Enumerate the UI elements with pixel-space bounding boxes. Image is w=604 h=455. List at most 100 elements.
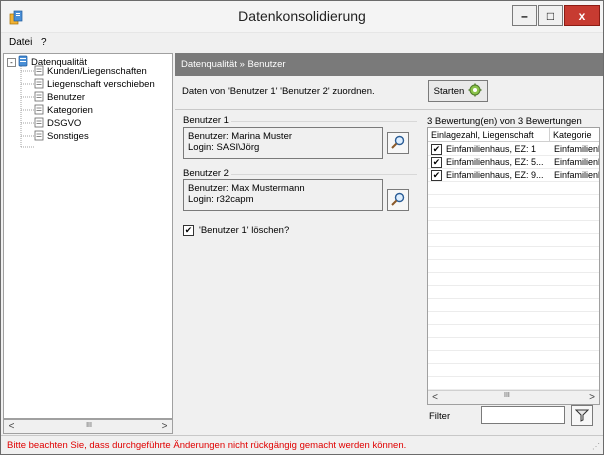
user2-search-button[interactable] xyxy=(387,189,409,211)
scroll-right-icon[interactable]: > xyxy=(157,420,172,433)
document-icon xyxy=(34,65,44,79)
row-kategorie: Einfamilienhaus xyxy=(554,157,599,167)
row-separator xyxy=(428,155,599,156)
user2-name: Benutzer: Max Mustermann xyxy=(188,183,305,194)
user2-box: Benutzer: Max Mustermann Login: r32capm xyxy=(183,179,383,211)
checkmark-icon: ✔ xyxy=(432,170,441,180)
scroll-left-icon[interactable]: < xyxy=(4,420,19,433)
row-checkbox[interactable]: ✔ xyxy=(431,157,442,168)
user1-login: Login: SASI\Jörg xyxy=(188,142,260,153)
description-text: Daten von 'Benutzer 1' 'Benutzer 2' zuor… xyxy=(182,86,375,97)
document-icon xyxy=(34,104,44,118)
row-liegenschaft: Einfamilienhaus, EZ: 5... xyxy=(446,157,544,167)
delete-user1-checkbox[interactable]: ✔ xyxy=(183,225,194,236)
menu-help[interactable]: ? xyxy=(41,37,47,48)
user2-login: Login: r32capm xyxy=(188,194,254,205)
tree-item-sonstiges[interactable]: Sonstiges xyxy=(34,130,89,143)
tree-item-label: DSGVO xyxy=(47,118,82,129)
row-separator xyxy=(428,220,599,221)
navigation-tree: - Datenqualität Kunden/Liegenschaften Li… xyxy=(3,53,173,419)
divider xyxy=(231,174,417,175)
row-separator xyxy=(428,168,599,169)
close-button[interactable]: x xyxy=(564,5,600,26)
row-separator xyxy=(428,298,599,299)
row-separator xyxy=(428,207,599,208)
user1-name: Benutzer: Marina Muster xyxy=(188,131,293,142)
row-separator xyxy=(428,376,599,377)
scroll-thumb[interactable]: III xyxy=(80,422,98,431)
scroll-right-icon[interactable]: > xyxy=(585,391,599,404)
collapse-icon[interactable]: - xyxy=(7,58,16,67)
main-window: Datenkonsolidierung – □ x Datei ? - Date… xyxy=(0,0,604,455)
close-icon: x xyxy=(578,8,586,23)
user1-group-title: Benutzer 1 xyxy=(183,115,229,126)
row-separator xyxy=(428,272,599,273)
scroll-left-icon[interactable]: < xyxy=(428,391,442,404)
row-separator xyxy=(428,181,599,182)
search-icon xyxy=(391,135,405,151)
checkmark-icon: ✔ xyxy=(184,225,193,235)
user1-box: Benutzer: Marina Muster Login: SASI\Jörg xyxy=(183,127,383,159)
tree-item-label: Kunden/Liegenschaften xyxy=(47,66,147,77)
start-button[interactable]: Starten xyxy=(428,80,488,102)
resize-grip-icon[interactable]: ⋰ xyxy=(592,443,600,451)
row-kategorie: Einfamilienhaus xyxy=(554,144,599,154)
document-icon xyxy=(34,78,44,92)
document-icon xyxy=(34,91,44,105)
menu-datei[interactable]: Datei xyxy=(9,37,32,48)
status-message: Bitte beachten Sie, dass durchgeführte Ä… xyxy=(7,440,407,451)
checkmark-icon: ✔ xyxy=(432,157,441,167)
menu-bar: Datei ? xyxy=(1,34,603,52)
filter-button[interactable] xyxy=(571,405,593,426)
tree-item-label: Liegenschaft verschieben xyxy=(47,79,155,90)
row-separator xyxy=(428,311,599,312)
tree-horizontal-scrollbar[interactable]: < III > xyxy=(3,419,173,434)
maximize-button[interactable]: □ xyxy=(538,5,563,26)
tree-item-kategorien[interactable]: Kategorien xyxy=(34,104,93,117)
row-checkbox[interactable]: ✔ xyxy=(431,170,442,181)
ratings-title: 3 Bewertung(en) von 3 Bewertungen xyxy=(427,116,582,127)
minimize-button[interactable]: – xyxy=(512,5,537,26)
tree-item-label: Sonstiges xyxy=(47,131,89,142)
row-separator xyxy=(428,246,599,247)
column-header-liegenschaft[interactable]: Einlagezahl, Liegenschaft xyxy=(428,128,550,142)
filter-input[interactable] xyxy=(481,406,565,424)
row-separator xyxy=(428,324,599,325)
row-separator xyxy=(428,337,599,338)
start-label: Starten xyxy=(433,85,465,97)
divider xyxy=(175,109,603,110)
list-horizontal-scrollbar[interactable]: < III > xyxy=(428,390,599,404)
divider xyxy=(231,121,417,122)
search-icon xyxy=(391,192,405,208)
content-panel: Datenqualität » Benutzer Daten von 'Benu… xyxy=(175,53,603,434)
row-checkbox[interactable]: ✔ xyxy=(431,144,442,155)
user1-search-button[interactable] xyxy=(387,132,409,154)
filter-label: Filter xyxy=(429,411,451,422)
document-icon xyxy=(34,130,44,144)
row-separator xyxy=(428,363,599,364)
server-icon xyxy=(18,55,28,70)
row-liegenschaft: Einfamilienhaus, EZ: 9... xyxy=(446,170,544,180)
user2-group-title: Benutzer 2 xyxy=(183,168,229,179)
document-icon xyxy=(34,117,44,131)
tree-item-dsgvo[interactable]: DSGVO xyxy=(34,117,81,130)
row-separator xyxy=(428,233,599,234)
scroll-thumb[interactable]: III xyxy=(504,392,510,399)
breadcrumb: Datenqualität » Benutzer xyxy=(175,53,603,76)
delete-user1-label[interactable]: 'Benutzer 1' löschen? xyxy=(199,225,289,236)
ratings-list: Einlagezahl, Liegenschaft Kategorie ✔ Ei… xyxy=(427,127,600,405)
tree-item-label: Benutzer xyxy=(47,92,86,103)
minimize-icon: – xyxy=(521,8,528,23)
filter-icon xyxy=(574,408,590,424)
row-separator xyxy=(428,285,599,286)
tree-item-benutzer[interactable]: Benutzer xyxy=(34,91,85,104)
row-kategorie: Einfamilienhaus xyxy=(554,170,599,180)
tree-item-liegenschaft[interactable]: Liegenschaft verschieben xyxy=(34,78,155,91)
row-separator xyxy=(428,259,599,260)
checkmark-icon: ✔ xyxy=(432,144,441,154)
title-bar[interactable]: Datenkonsolidierung – □ x xyxy=(1,1,603,33)
maximize-icon: □ xyxy=(546,8,555,23)
tree-item-kunden[interactable]: Kunden/Liegenschaften xyxy=(34,65,147,78)
row-separator xyxy=(428,350,599,351)
column-header-kategorie[interactable]: Kategorie xyxy=(550,128,599,142)
